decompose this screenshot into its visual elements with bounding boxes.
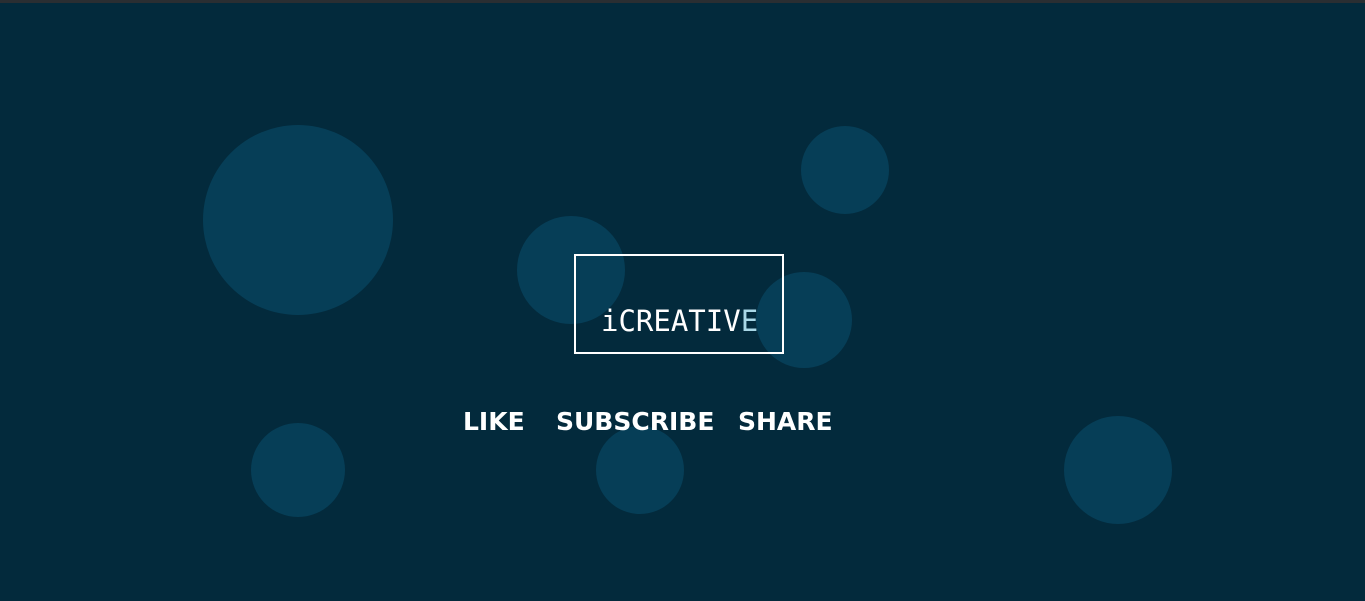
logo-text-tail: E: [740, 304, 759, 338]
logo-text-main: iCREATIV: [601, 304, 741, 338]
bubble-bottom-right: [1064, 416, 1172, 524]
share-link[interactable]: SHARE: [738, 405, 833, 439]
bubble-large-left: [203, 125, 393, 315]
bubble-bottom-left: [251, 423, 345, 517]
logo: iCREATIVE: [601, 303, 758, 339]
subscribe-link[interactable]: SUBSCRIBE: [556, 405, 714, 439]
bubble-top-right: [801, 126, 889, 214]
like-link[interactable]: LIKE: [463, 405, 525, 439]
window-top-border: [0, 0, 1365, 3]
bubble-bottom-center: [596, 426, 684, 514]
